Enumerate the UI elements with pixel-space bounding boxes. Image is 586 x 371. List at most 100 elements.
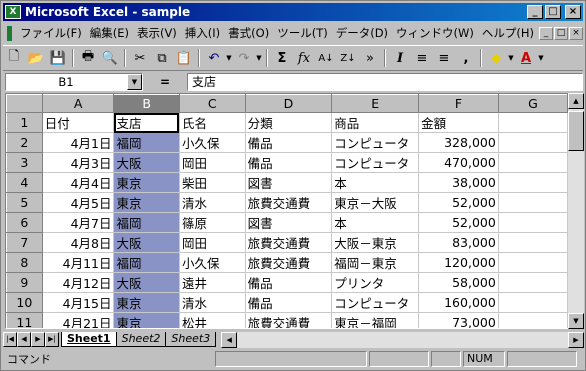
autosum-icon[interactable]: Σ xyxy=(271,47,293,69)
menu-tools[interactable]: ツール(T) xyxy=(273,24,332,42)
cell-a8[interactable]: 4月11日 xyxy=(41,252,115,273)
cell-c10[interactable]: 清水 xyxy=(178,292,246,313)
close-button[interactable]: × xyxy=(565,5,581,19)
cell-e6[interactable]: 本 xyxy=(331,212,420,233)
column-header-c[interactable]: C xyxy=(178,94,246,113)
cell-f10[interactable]: 160,000 xyxy=(418,292,499,313)
cell-b4[interactable]: 東京 xyxy=(113,172,180,193)
menu-help[interactable]: ヘルプ(H) xyxy=(478,24,538,42)
column-header-f[interactable]: F xyxy=(418,94,499,113)
cell-b7[interactable]: 大阪 xyxy=(113,232,180,253)
cell-c7[interactable]: 岡田 xyxy=(178,232,246,253)
cell-d11[interactable]: 旅費交通費 xyxy=(244,312,333,328)
select-all-corner[interactable] xyxy=(6,94,43,113)
menu-window[interactable]: ウィンドウ(W) xyxy=(392,24,478,42)
paste-icon[interactable]: 📋 xyxy=(173,47,195,69)
cell-c9[interactable]: 遠井 xyxy=(178,272,246,293)
next-sheet-icon[interactable]: ▶ xyxy=(31,332,45,347)
vertical-scrollbar[interactable]: ▲ ▼ xyxy=(568,93,584,329)
cell-b10[interactable]: 東京 xyxy=(113,292,180,313)
cell-g10[interactable] xyxy=(497,292,568,313)
cell-b2[interactable]: 福岡 xyxy=(113,132,180,153)
menu-edit[interactable]: 編集(E) xyxy=(86,24,133,42)
cell-a7[interactable]: 4月8日 xyxy=(41,232,115,253)
cell-g1[interactable] xyxy=(497,112,568,133)
cell-e9[interactable]: プリンタ xyxy=(331,272,420,293)
comma-style-icon[interactable]: , xyxy=(455,47,477,69)
cell-a2[interactable]: 4月1日 xyxy=(41,132,115,153)
cell-g5[interactable] xyxy=(497,192,568,213)
cell-f5[interactable]: 52,000 xyxy=(418,192,499,213)
cell-e11[interactable]: 東京－福岡 xyxy=(331,312,420,328)
menu-format[interactable]: 書式(O) xyxy=(224,24,273,42)
open-folder-icon[interactable]: 📂 xyxy=(25,47,47,69)
cell-f1[interactable]: 金額 xyxy=(418,112,499,133)
cell-d3[interactable]: 備品 xyxy=(244,152,333,173)
cell-b5[interactable]: 東京 xyxy=(113,192,180,213)
save-icon[interactable]: 💾 xyxy=(47,47,69,69)
cell-f9[interactable]: 58,000 xyxy=(418,272,499,293)
row-header[interactable]: 9 xyxy=(6,272,43,293)
cell-e5[interactable]: 東京－大阪 xyxy=(331,192,420,213)
vertical-scroll-thumb[interactable] xyxy=(568,111,584,151)
font-color-dropdown-icon[interactable]: ▼ xyxy=(537,54,545,62)
cell-g11[interactable] xyxy=(497,312,568,328)
row-header[interactable]: 11 xyxy=(6,312,43,328)
cut-icon[interactable]: ✂ xyxy=(129,47,151,69)
name-box[interactable]: B1 ▼ xyxy=(5,73,143,91)
copy-icon[interactable]: ⧉ xyxy=(151,47,173,69)
column-header-a[interactable]: A xyxy=(41,94,115,113)
scroll-right-icon[interactable]: ▶ xyxy=(568,331,584,348)
workbook-minimize-button[interactable]: _ xyxy=(539,26,553,40)
sort-ascending-icon[interactable]: A↓ xyxy=(315,47,337,69)
cell-d5[interactable]: 旅費交通費 xyxy=(244,192,333,213)
cell-f4[interactable]: 38,000 xyxy=(418,172,499,193)
row-header[interactable]: 1 xyxy=(6,112,43,133)
scroll-up-icon[interactable]: ▲ xyxy=(568,93,584,109)
cell-c5[interactable]: 清水 xyxy=(178,192,246,213)
cell-f7[interactable]: 83,000 xyxy=(418,232,499,253)
cell-c1[interactable]: 氏名 xyxy=(178,112,246,133)
cell-b6[interactable]: 福岡 xyxy=(113,212,180,233)
cell-a11[interactable]: 4月21日 xyxy=(41,312,115,328)
formula-input[interactable]: 支店 xyxy=(187,73,583,91)
cell-a10[interactable]: 4月15日 xyxy=(41,292,115,313)
more-buttons-icon[interactable]: » xyxy=(359,47,381,69)
row-header[interactable]: 5 xyxy=(6,192,43,213)
scroll-left-icon[interactable]: ◀ xyxy=(221,331,238,348)
cell-f3[interactable]: 470,000 xyxy=(418,152,499,173)
redo-dropdown-icon[interactable]: ▼ xyxy=(255,54,263,62)
cell-b9[interactable]: 大阪 xyxy=(113,272,180,293)
italic-icon[interactable]: I xyxy=(389,47,411,69)
sheet-tab-sheet3[interactable]: Sheet3 xyxy=(165,331,217,347)
excel-app-icon[interactable]: X xyxy=(5,5,21,19)
cell-d8[interactable]: 旅費交通費 xyxy=(244,252,333,273)
cell-a6[interactable]: 4月7日 xyxy=(41,212,115,233)
menu-data[interactable]: データ(D) xyxy=(332,24,392,42)
scroll-down-icon[interactable]: ▼ xyxy=(568,313,584,329)
menu-insert[interactable]: 挿入(I) xyxy=(181,24,224,42)
cell-e3[interactable]: コンピュータ xyxy=(331,152,420,173)
undo-icon[interactable]: ↶ xyxy=(203,47,225,69)
function-icon[interactable]: fx xyxy=(293,47,315,69)
cell-g4[interactable] xyxy=(497,172,568,193)
cell-d10[interactable]: 備品 xyxy=(244,292,333,313)
cell-d6[interactable]: 図書 xyxy=(244,212,333,233)
workbook-close-button[interactable]: × xyxy=(569,26,583,40)
sheet-tab-sheet1[interactable]: Sheet1 xyxy=(61,331,117,347)
cell-g2[interactable] xyxy=(497,132,568,153)
cell-a9[interactable]: 4月12日 xyxy=(41,272,115,293)
cell-b3[interactable]: 大阪 xyxy=(113,152,180,173)
cell-f6[interactable]: 52,000 xyxy=(418,212,499,233)
cell-e1[interactable]: 商品 xyxy=(331,112,420,133)
redo-icon[interactable]: ↷ xyxy=(233,47,255,69)
sheet-tab-sheet2[interactable]: Sheet2 xyxy=(115,331,167,347)
name-box-dropdown-icon[interactable]: ▼ xyxy=(127,74,142,90)
workbook-icon[interactable] xyxy=(7,25,13,41)
cell-f2[interactable]: 328,000 xyxy=(418,132,499,153)
cell-d9[interactable]: 備品 xyxy=(244,272,333,293)
cell-a1[interactable]: 日付 xyxy=(41,112,115,133)
cell-e2[interactable]: コンピュータ xyxy=(331,132,420,153)
prev-sheet-icon[interactable]: ◀ xyxy=(17,332,31,347)
maximize-button[interactable]: □ xyxy=(545,5,561,19)
